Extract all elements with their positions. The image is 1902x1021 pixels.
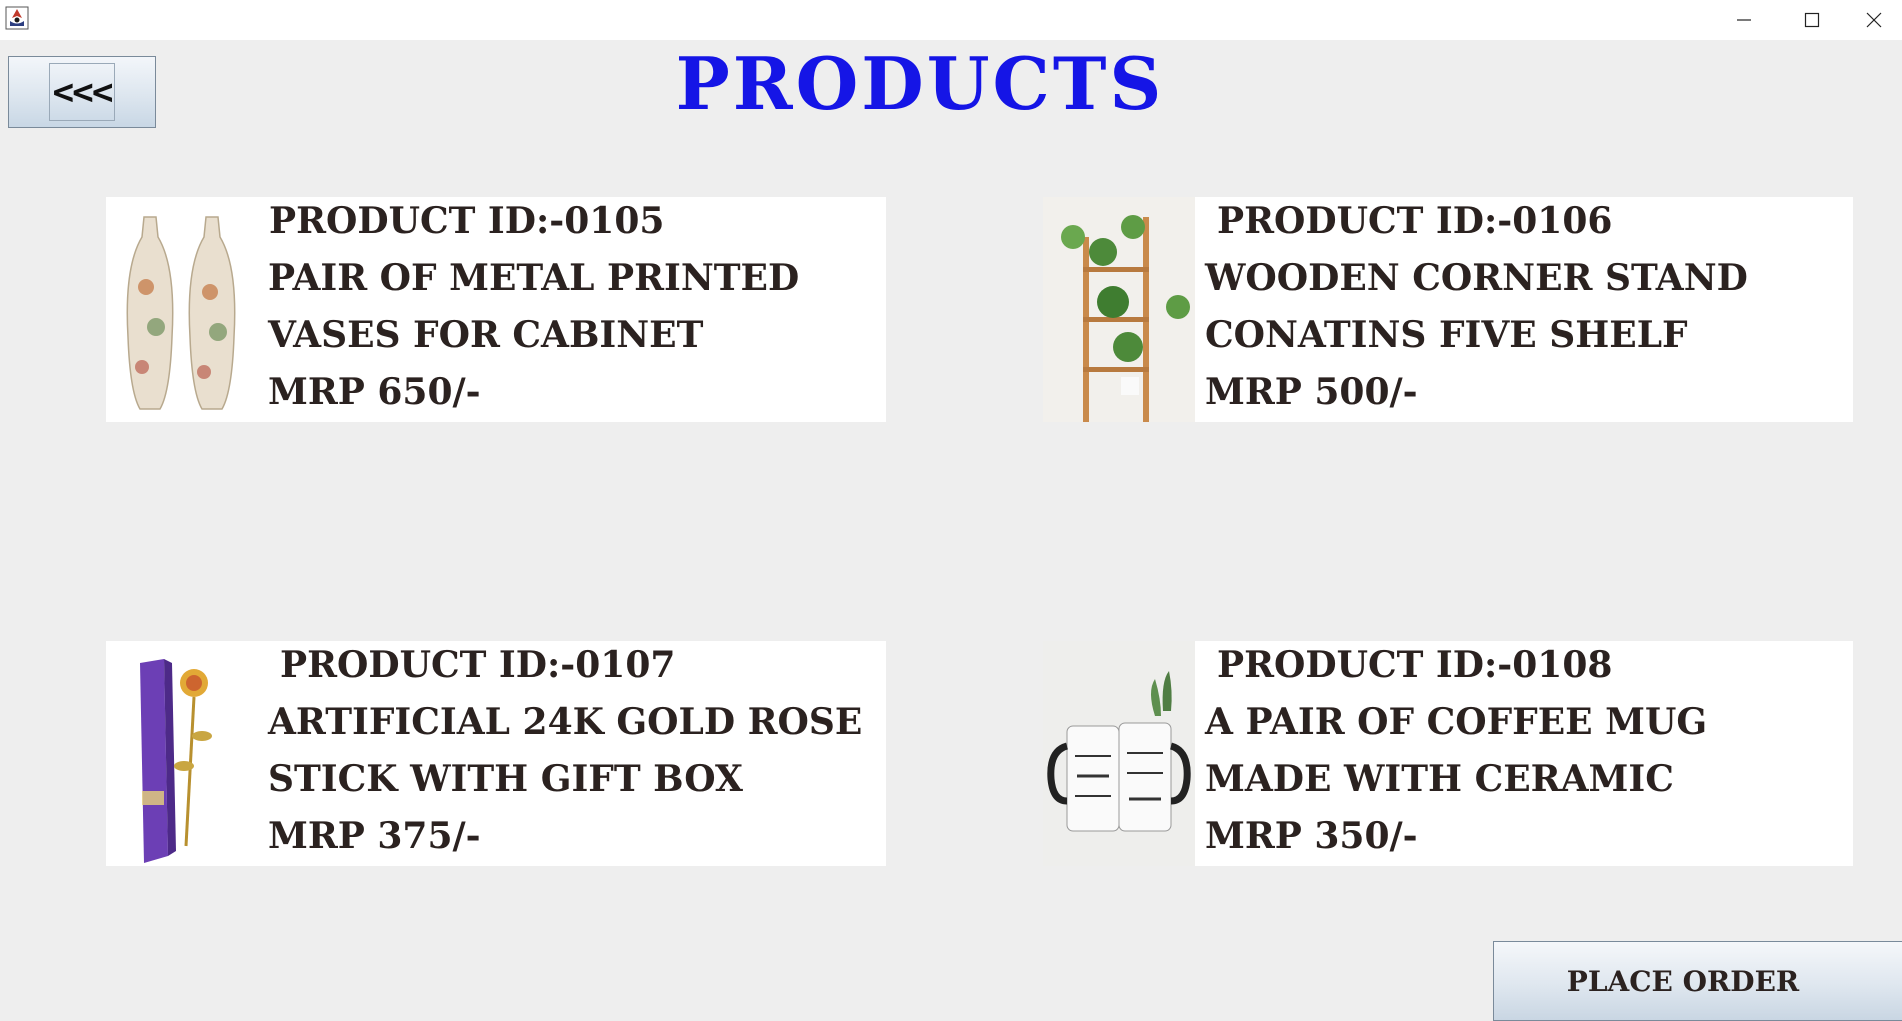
product-name-line2: CONATINS FIVE SHELF — [1205, 314, 1688, 356]
gold-rose-image — [106, 641, 258, 866]
minimize-button[interactable] — [1710, 0, 1778, 40]
close-button[interactable] — [1846, 0, 1902, 40]
product-id: PRODUCT ID:-0106 — [1217, 200, 1613, 242]
maximize-button[interactable] — [1778, 0, 1846, 40]
product-info: PRODUCT ID:-0106 WOODEN CORNER STAND CON… — [1205, 197, 1843, 422]
window-titlebar — [0, 0, 1902, 40]
product-info: PRODUCT ID:-0105 PAIR OF METAL PRINTED V… — [268, 197, 876, 422]
product-info: PRODUCT ID:-0107 ARTIFICIAL 24K GOLD ROS… — [268, 641, 876, 866]
product-card-0105: PRODUCT ID:-0105 PAIR OF METAL PRINTED V… — [106, 197, 886, 422]
product-price: MRP 650/- — [268, 371, 481, 413]
page-title: PRODUCTS — [675, 41, 1165, 126]
place-order-label: PLACE ORDER — [1566, 964, 1800, 998]
product-id: PRODUCT ID:-0108 — [1217, 644, 1613, 686]
product-card-0107: PRODUCT ID:-0107 ARTIFICIAL 24K GOLD ROS… — [106, 641, 886, 866]
place-order-button[interactable]: PLACE ORDER — [1493, 941, 1902, 1021]
minimize-icon — [1737, 19, 1751, 21]
product-price: MRP 500/- — [1205, 371, 1418, 413]
product-info: PRODUCT ID:-0108 A PAIR OF COFFEE MUG MA… — [1205, 641, 1843, 866]
product-name-line2: MADE WITH CERAMIC — [1205, 758, 1674, 800]
java-app-icon — [5, 6, 29, 30]
product-name-line1: PAIR OF METAL PRINTED — [268, 257, 800, 299]
product-name-line1: WOODEN CORNER STAND — [1205, 257, 1748, 299]
maximize-icon — [1804, 12, 1820, 28]
product-price: MRP 350/- — [1205, 815, 1418, 857]
product-name-line2: VASES FOR CABINET — [268, 314, 704, 356]
product-card-0108: PRODUCT ID:-0108 A PAIR OF COFFEE MUG MA… — [1043, 641, 1853, 866]
product-name-line1: ARTIFICIAL 24K GOLD ROSE — [268, 701, 863, 743]
product-name-line2: STICK WITH GIFT BOX — [268, 758, 743, 800]
product-name-line1: A PAIR OF COFFEE MUG — [1205, 701, 1708, 743]
product-card-0106: PRODUCT ID:-0106 WOODEN CORNER STAND CON… — [1043, 197, 1853, 422]
plant-stand-image — [1043, 197, 1195, 422]
vases-image — [106, 197, 258, 422]
product-price: MRP 375/- — [268, 815, 481, 857]
product-id: PRODUCT ID:-0107 — [280, 644, 676, 686]
close-icon — [1866, 12, 1882, 28]
coffee-mugs-image — [1043, 641, 1195, 866]
product-id: PRODUCT ID:-0105 — [269, 200, 665, 242]
